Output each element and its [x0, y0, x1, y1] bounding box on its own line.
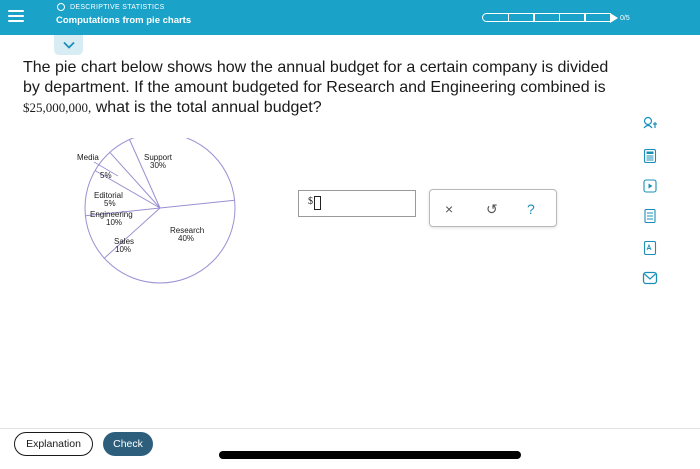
- progress-segment: [584, 13, 611, 22]
- calculator-icon[interactable]: [642, 149, 658, 163]
- pie-percent-research: 40%: [178, 234, 194, 243]
- lesson-title: Computations from pie charts: [56, 15, 192, 26]
- question-amount: $25,000,000,: [23, 100, 92, 115]
- video-icon[interactable]: [642, 179, 658, 193]
- progress-count: 0/5: [620, 15, 630, 22]
- pie-chart: Media 5% Support 30% Editorial 5% Engine…: [77, 138, 236, 284]
- top-bar: DESCRIPTIVE STATISTICS Computations from…: [0, 0, 700, 35]
- question-text: The pie chart below shows how the annual…: [23, 58, 623, 118]
- pie-percent-media: 5%: [100, 171, 112, 180]
- progress-arrow-icon: [609, 12, 618, 23]
- x-icon[interactable]: ×: [445, 200, 453, 218]
- collapse-toggle[interactable]: [54, 35, 83, 55]
- glossary-icon[interactable]: [642, 241, 658, 255]
- question-icon[interactable]: ?: [527, 200, 535, 218]
- answer-tools-panel: × ↺ ?: [429, 189, 557, 227]
- topic-row: DESCRIPTIVE STATISTICS: [57, 3, 165, 11]
- pie-percent-support: 30%: [150, 161, 166, 170]
- menu-icon[interactable]: [8, 8, 24, 24]
- undo-icon[interactable]: ↺: [486, 200, 498, 218]
- chevron-down-icon: [62, 41, 75, 49]
- home-indicator: [219, 451, 521, 459]
- question-text-after: what is the total annual budget?: [91, 99, 322, 116]
- topic-circle-icon: [57, 3, 65, 11]
- pie-percent-editorial: 5%: [104, 199, 116, 208]
- message-icon[interactable]: [642, 271, 658, 285]
- currency-prefix: $: [308, 196, 313, 207]
- pie-percent-engineering: 10%: [106, 218, 122, 227]
- progress-segment: [533, 13, 560, 22]
- pie-slice-boundary-research: [159, 199, 235, 209]
- answer-input[interactable]: $: [298, 190, 416, 217]
- pie-slice-boundary-support: [129, 139, 161, 209]
- pie-label-media: Media: [77, 153, 99, 162]
- explanation-button[interactable]: Explanation: [14, 432, 93, 456]
- check-button[interactable]: Check: [103, 432, 153, 456]
- topic-label: DESCRIPTIVE STATISTICS: [70, 3, 165, 11]
- progress-segment: [558, 13, 586, 22]
- pie-percent-sales: 10%: [115, 245, 131, 254]
- input-cursor-box: [314, 196, 321, 210]
- progress-segment: [507, 13, 535, 22]
- footer-divider: [0, 428, 700, 429]
- textbook-icon[interactable]: [642, 209, 658, 223]
- progress-bar: [482, 12, 618, 23]
- accessibility-icon[interactable]: [642, 116, 658, 130]
- progress-segment: [482, 13, 509, 22]
- question-text-before: The pie chart below shows how the annual…: [23, 59, 609, 96]
